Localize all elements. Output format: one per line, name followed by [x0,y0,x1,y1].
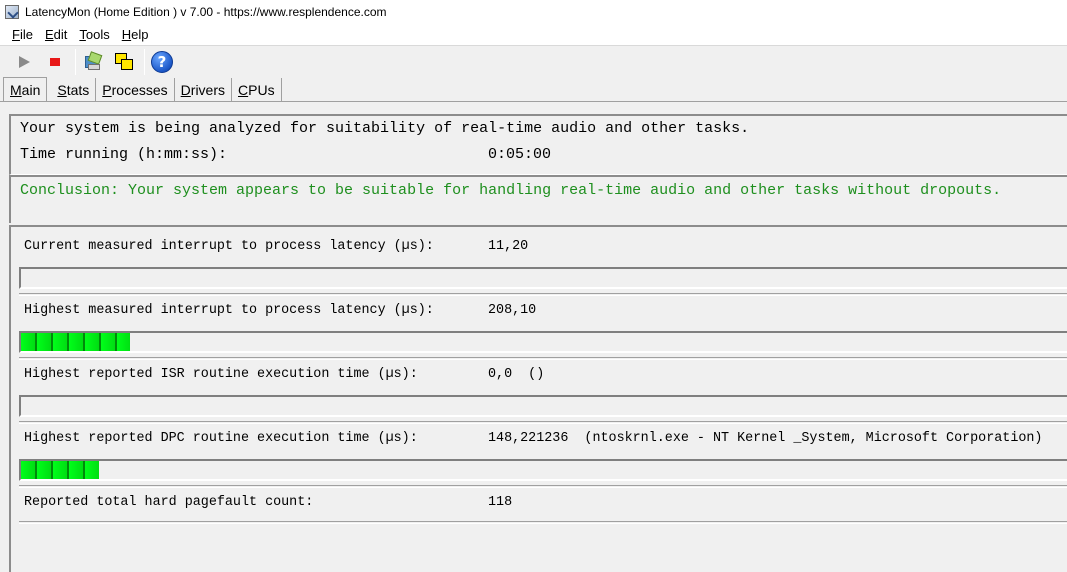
analysis-panel: Your system is being analyzed for suitab… [9,114,1067,175]
divider [19,293,1067,296]
metrics-panel: Current measured interrupt to process la… [9,225,1067,572]
isr-bar [19,395,1067,417]
menu-edit[interactable]: Edit [39,27,73,42]
stop-icon [50,57,60,66]
help-button[interactable]: ? [148,48,176,76]
conclusion-text: Conclusion: Your system appears to be su… [20,182,1002,199]
metric-label: Highest reported DPC routine execution t… [24,431,418,446]
tab-drivers[interactable]: Drivers [175,78,233,101]
tab-stats[interactable]: Stats [51,78,97,101]
bar-fill [21,333,130,351]
toolbar-separator [144,48,145,75]
bar-fill [21,461,99,479]
help-icon: ? [151,50,173,73]
time-running-label: Time running (h:mm:ss): [20,146,228,163]
title-bar: LatencyMon (Home Edition ) v 7.00 - http… [0,0,1067,24]
menu-file[interactable]: File [6,27,39,42]
menu-bar: File Edit Tools Help [0,24,1067,45]
metric-value: 148,221236 (ntoskrnl.exe - NT Kernel _Sy… [488,431,1043,446]
divider [19,521,1067,524]
stop-button[interactable] [41,48,69,76]
toolbar-separator [75,48,76,75]
tab-main[interactable]: Main [3,77,48,101]
divider [19,357,1067,360]
menu-help[interactable]: Help [116,27,155,42]
drivers-icon [83,50,103,72]
metric-value: 118 [488,495,513,510]
tab-strip: Main Stats Processes Drivers C PUs [0,77,1067,101]
main-content: Your system is being analyzed for suitab… [0,101,1067,572]
window-title: LatencyMon (Home Edition ) v 7.00 - http… [25,5,387,19]
metric-value: 208,10 [488,303,537,318]
play-icon [18,55,30,68]
metric-label: Highest measured interrupt to process la… [24,303,434,318]
latency-bar-highest [19,331,1067,353]
windows-icon [114,52,134,72]
metric-label: Reported total hard pagefault count: [24,495,314,510]
dpc-bar [19,459,1067,481]
analysis-status-text: Your system is being analyzed for suitab… [20,120,750,137]
tab-processes[interactable]: Processes [96,78,175,101]
toolbar: ? [0,45,1067,77]
conclusion-panel: Conclusion: Your system appears to be su… [9,175,1067,223]
divider [19,421,1067,424]
metric-label: Current measured interrupt to process la… [24,239,434,254]
metric-value: 11,20 [488,239,529,254]
metric-value: 0,0 () [488,367,545,382]
drivers-button[interactable] [79,48,107,76]
app-icon [5,5,19,19]
menu-tools[interactable]: Tools [73,27,115,42]
play-button[interactable] [10,48,38,76]
time-running-value: 0:05:00 [488,146,552,163]
divider [19,485,1067,488]
latency-bar-current [19,267,1067,289]
windows-button[interactable] [110,48,138,76]
tab-cpus[interactable]: C PUs [232,78,282,101]
metric-label: Highest reported ISR routine execution t… [24,367,418,382]
